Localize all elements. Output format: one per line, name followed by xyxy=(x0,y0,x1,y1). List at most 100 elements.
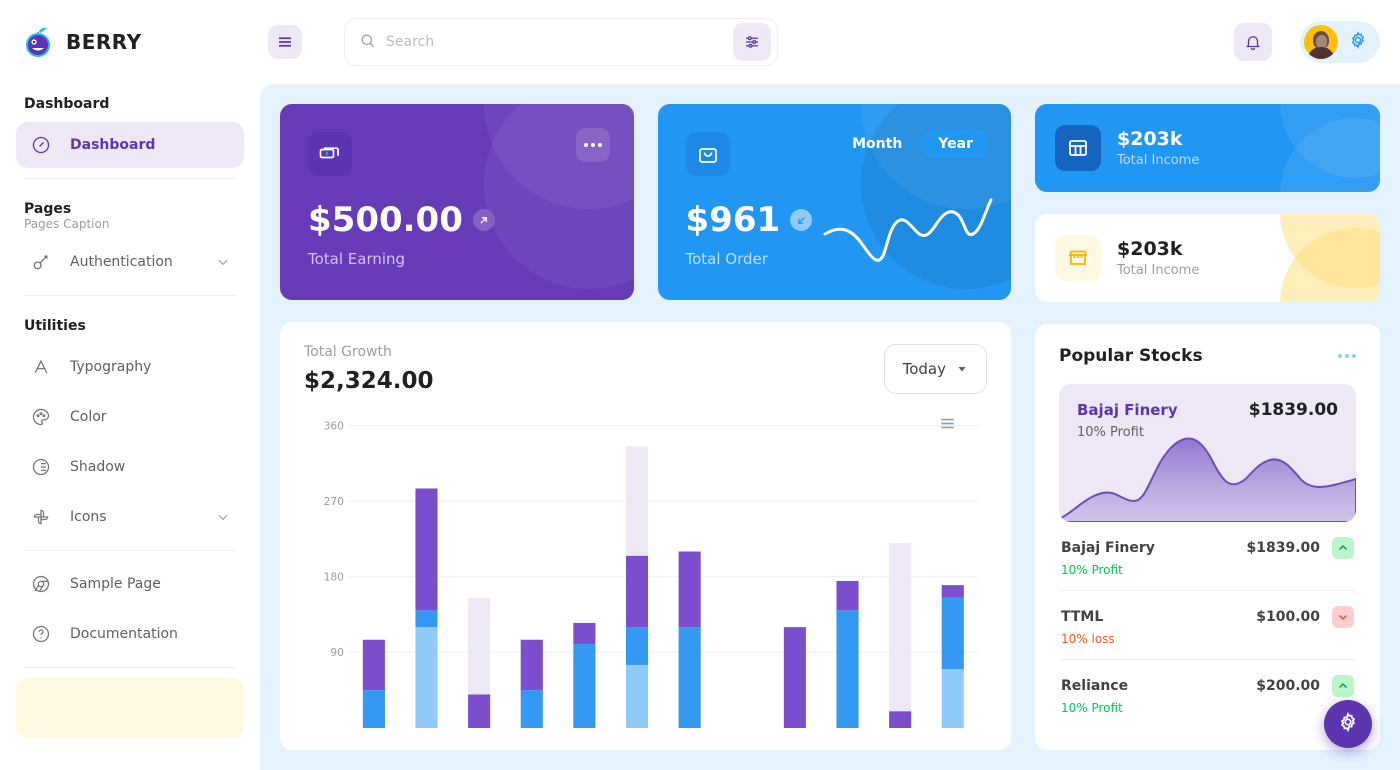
sidebar-item-icons[interactable]: Icons xyxy=(16,494,244,540)
order-sparkline xyxy=(823,198,993,262)
popular-stocks-card: Popular Stocks Bajaj Finery $1839.00 10%… xyxy=(1035,324,1380,750)
hamburger-menu-icon[interactable] xyxy=(268,25,302,59)
sidebar-item-color[interactable]: Color xyxy=(16,394,244,440)
sidebar-item-dashboard[interactable]: Dashboard xyxy=(16,122,244,168)
key-icon xyxy=(30,251,52,273)
growth-range-select[interactable]: Today xyxy=(883,344,987,394)
floating-settings-button[interactable] xyxy=(1324,700,1372,748)
sidebar-section-caption-utilities: Utilities xyxy=(24,318,86,334)
trend-down-icon xyxy=(790,209,813,231)
sidebar-item-documentation[interactable]: Documentation xyxy=(16,611,244,657)
stock-line: TTML $100.00 xyxy=(1061,606,1354,628)
bell-icon[interactable] xyxy=(1234,23,1272,61)
search-input[interactable] xyxy=(386,34,723,50)
sidebar-section-caption-dashboard: Dashboard xyxy=(24,96,110,112)
sliders-adjust-icon[interactable] xyxy=(733,23,771,61)
chevron-down-icon xyxy=(958,367,966,372)
stock-note: 10% Profit xyxy=(1061,563,1123,577)
chevron-down-icon[interactable] xyxy=(216,255,230,269)
sidebar-item-typography[interactable]: Typography xyxy=(16,344,244,390)
growth-headings: Total Growth $2,324.00 xyxy=(304,344,434,394)
content-area: $500.00 Total Earning Month Year $961 To… xyxy=(260,84,1400,770)
featured-stock-note: 10% Profit xyxy=(1077,425,1144,440)
stock-name: Reliance xyxy=(1061,678,1129,694)
total-income-card-white: $203k Total Income xyxy=(1035,214,1380,302)
stock-price: $100.00 xyxy=(1256,609,1320,625)
hamburger-export-icon[interactable] xyxy=(938,414,957,437)
stock-name: Bajaj Finery xyxy=(1061,540,1155,556)
topbar xyxy=(260,0,1400,84)
more-dots-icon[interactable] xyxy=(575,128,610,162)
income-value: $203k xyxy=(1117,128,1183,150)
gear-icon xyxy=(1337,711,1359,737)
income-value: $203k xyxy=(1117,238,1183,260)
sidebar-divider-3 xyxy=(24,550,236,551)
profile-chip[interactable] xyxy=(1300,21,1380,63)
stock-line: Bajaj Finery $1839.00 xyxy=(1061,537,1354,559)
stocks-title: Popular Stocks xyxy=(1059,346,1203,366)
gear-icon[interactable] xyxy=(1348,30,1368,54)
featured-stock-sparkline xyxy=(1059,437,1356,522)
shadow-circle-icon xyxy=(30,456,52,478)
stock-note: 10% loss xyxy=(1061,632,1115,646)
income-label: Total Income xyxy=(1117,263,1200,278)
trend-down-icon xyxy=(1332,606,1354,628)
total-order-card: Month Year $961 Total Order xyxy=(657,104,1011,300)
featured-stock-price: $1839.00 xyxy=(1248,400,1338,420)
stocks-header: Popular Stocks xyxy=(1059,346,1356,366)
income-label: Total Income xyxy=(1117,153,1200,168)
trend-up-icon xyxy=(1332,537,1354,559)
main-column: $500.00 Total Earning xyxy=(260,0,1400,770)
featured-stock-name: Bajaj Finery xyxy=(1077,401,1178,419)
period-toggle-month[interactable]: Month xyxy=(838,130,916,158)
total-earning-label: Total Earning xyxy=(308,250,406,268)
sidebar-item-sample-page[interactable]: Sample Page xyxy=(16,561,244,607)
trend-up-icon xyxy=(472,209,495,231)
sidebar-item-label: Shadow xyxy=(70,459,126,475)
search-box[interactable] xyxy=(344,18,778,66)
brand[interactable]: BERRY xyxy=(0,0,260,84)
berry-logo-icon xyxy=(22,25,56,59)
upgrade-promo-card[interactable] xyxy=(16,678,244,738)
sidebar-item-label: Authentication xyxy=(70,254,173,270)
total-income-card-blue: $203k Total Income xyxy=(1035,104,1380,192)
chevron-down-icon[interactable] xyxy=(216,510,230,524)
trend-up-icon xyxy=(1332,675,1354,697)
brand-name: BERRY xyxy=(66,30,142,54)
stock-name: TTML xyxy=(1061,609,1104,625)
total-earning-value: $500.00 xyxy=(308,200,463,240)
stocks-list: Bajaj Finery $1839.00 10% Profit TTML $1… xyxy=(1059,522,1356,728)
growth-chart: 90 180 270 360 xyxy=(304,408,987,728)
avatar xyxy=(1304,25,1338,59)
stat-card-row: $500.00 Total Earning Month Year $961 To… xyxy=(280,104,1011,300)
sidebar-item-shadow[interactable]: Shadow xyxy=(16,444,244,490)
total-earning-card: $500.00 Total Earning xyxy=(280,104,634,300)
stock-price: $1839.00 xyxy=(1246,540,1320,556)
sidebar-item-authentication[interactable]: Authentication xyxy=(16,239,244,285)
more-dots-icon[interactable] xyxy=(1338,354,1356,358)
period-toggle-year[interactable]: Year xyxy=(924,130,987,158)
left-column: $500.00 Total Earning Month Year $961 To… xyxy=(280,104,1011,750)
list-item[interactable]: Reliance $200.00 10% Profit xyxy=(1059,660,1356,728)
sidebar-item-label: Icons xyxy=(70,509,107,525)
dashboard-gauge-icon xyxy=(30,134,52,156)
featured-stock-row: Bajaj Finery $1839.00 xyxy=(1077,400,1338,420)
chrome-icon xyxy=(30,573,52,595)
list-item[interactable]: Bajaj Finery $1839.00 10% Profit xyxy=(1059,522,1356,591)
right-column: $203k Total Income $203k Total Income Po… xyxy=(1035,104,1380,750)
sidebar-divider-2 xyxy=(24,295,236,296)
search-icon xyxy=(359,32,376,53)
income-texts: $203k Total Income xyxy=(1117,238,1199,278)
app-root: BERRY Dashboard Dashboard Pages Pages Ca… xyxy=(0,0,1400,770)
sidebar-section-subcaption-pages: Pages Caption xyxy=(24,217,110,231)
shopping-bag-icon xyxy=(685,132,730,176)
total-order-value: $961 xyxy=(685,200,781,240)
stock-note: 10% Profit xyxy=(1061,701,1123,715)
sidebar-item-label: Typography xyxy=(70,359,152,375)
sidebar-item-label: Sample Page xyxy=(70,576,161,592)
sidebar-section-caption-pages: Pages xyxy=(24,201,72,217)
sidebar-nav: Dashboard Dashboard Pages Pages Caption xyxy=(0,84,260,668)
featured-stock[interactable]: Bajaj Finery $1839.00 10% Profit xyxy=(1059,384,1356,522)
list-item[interactable]: TTML $100.00 10% loss xyxy=(1059,591,1356,660)
storefront-icon xyxy=(1055,235,1101,281)
